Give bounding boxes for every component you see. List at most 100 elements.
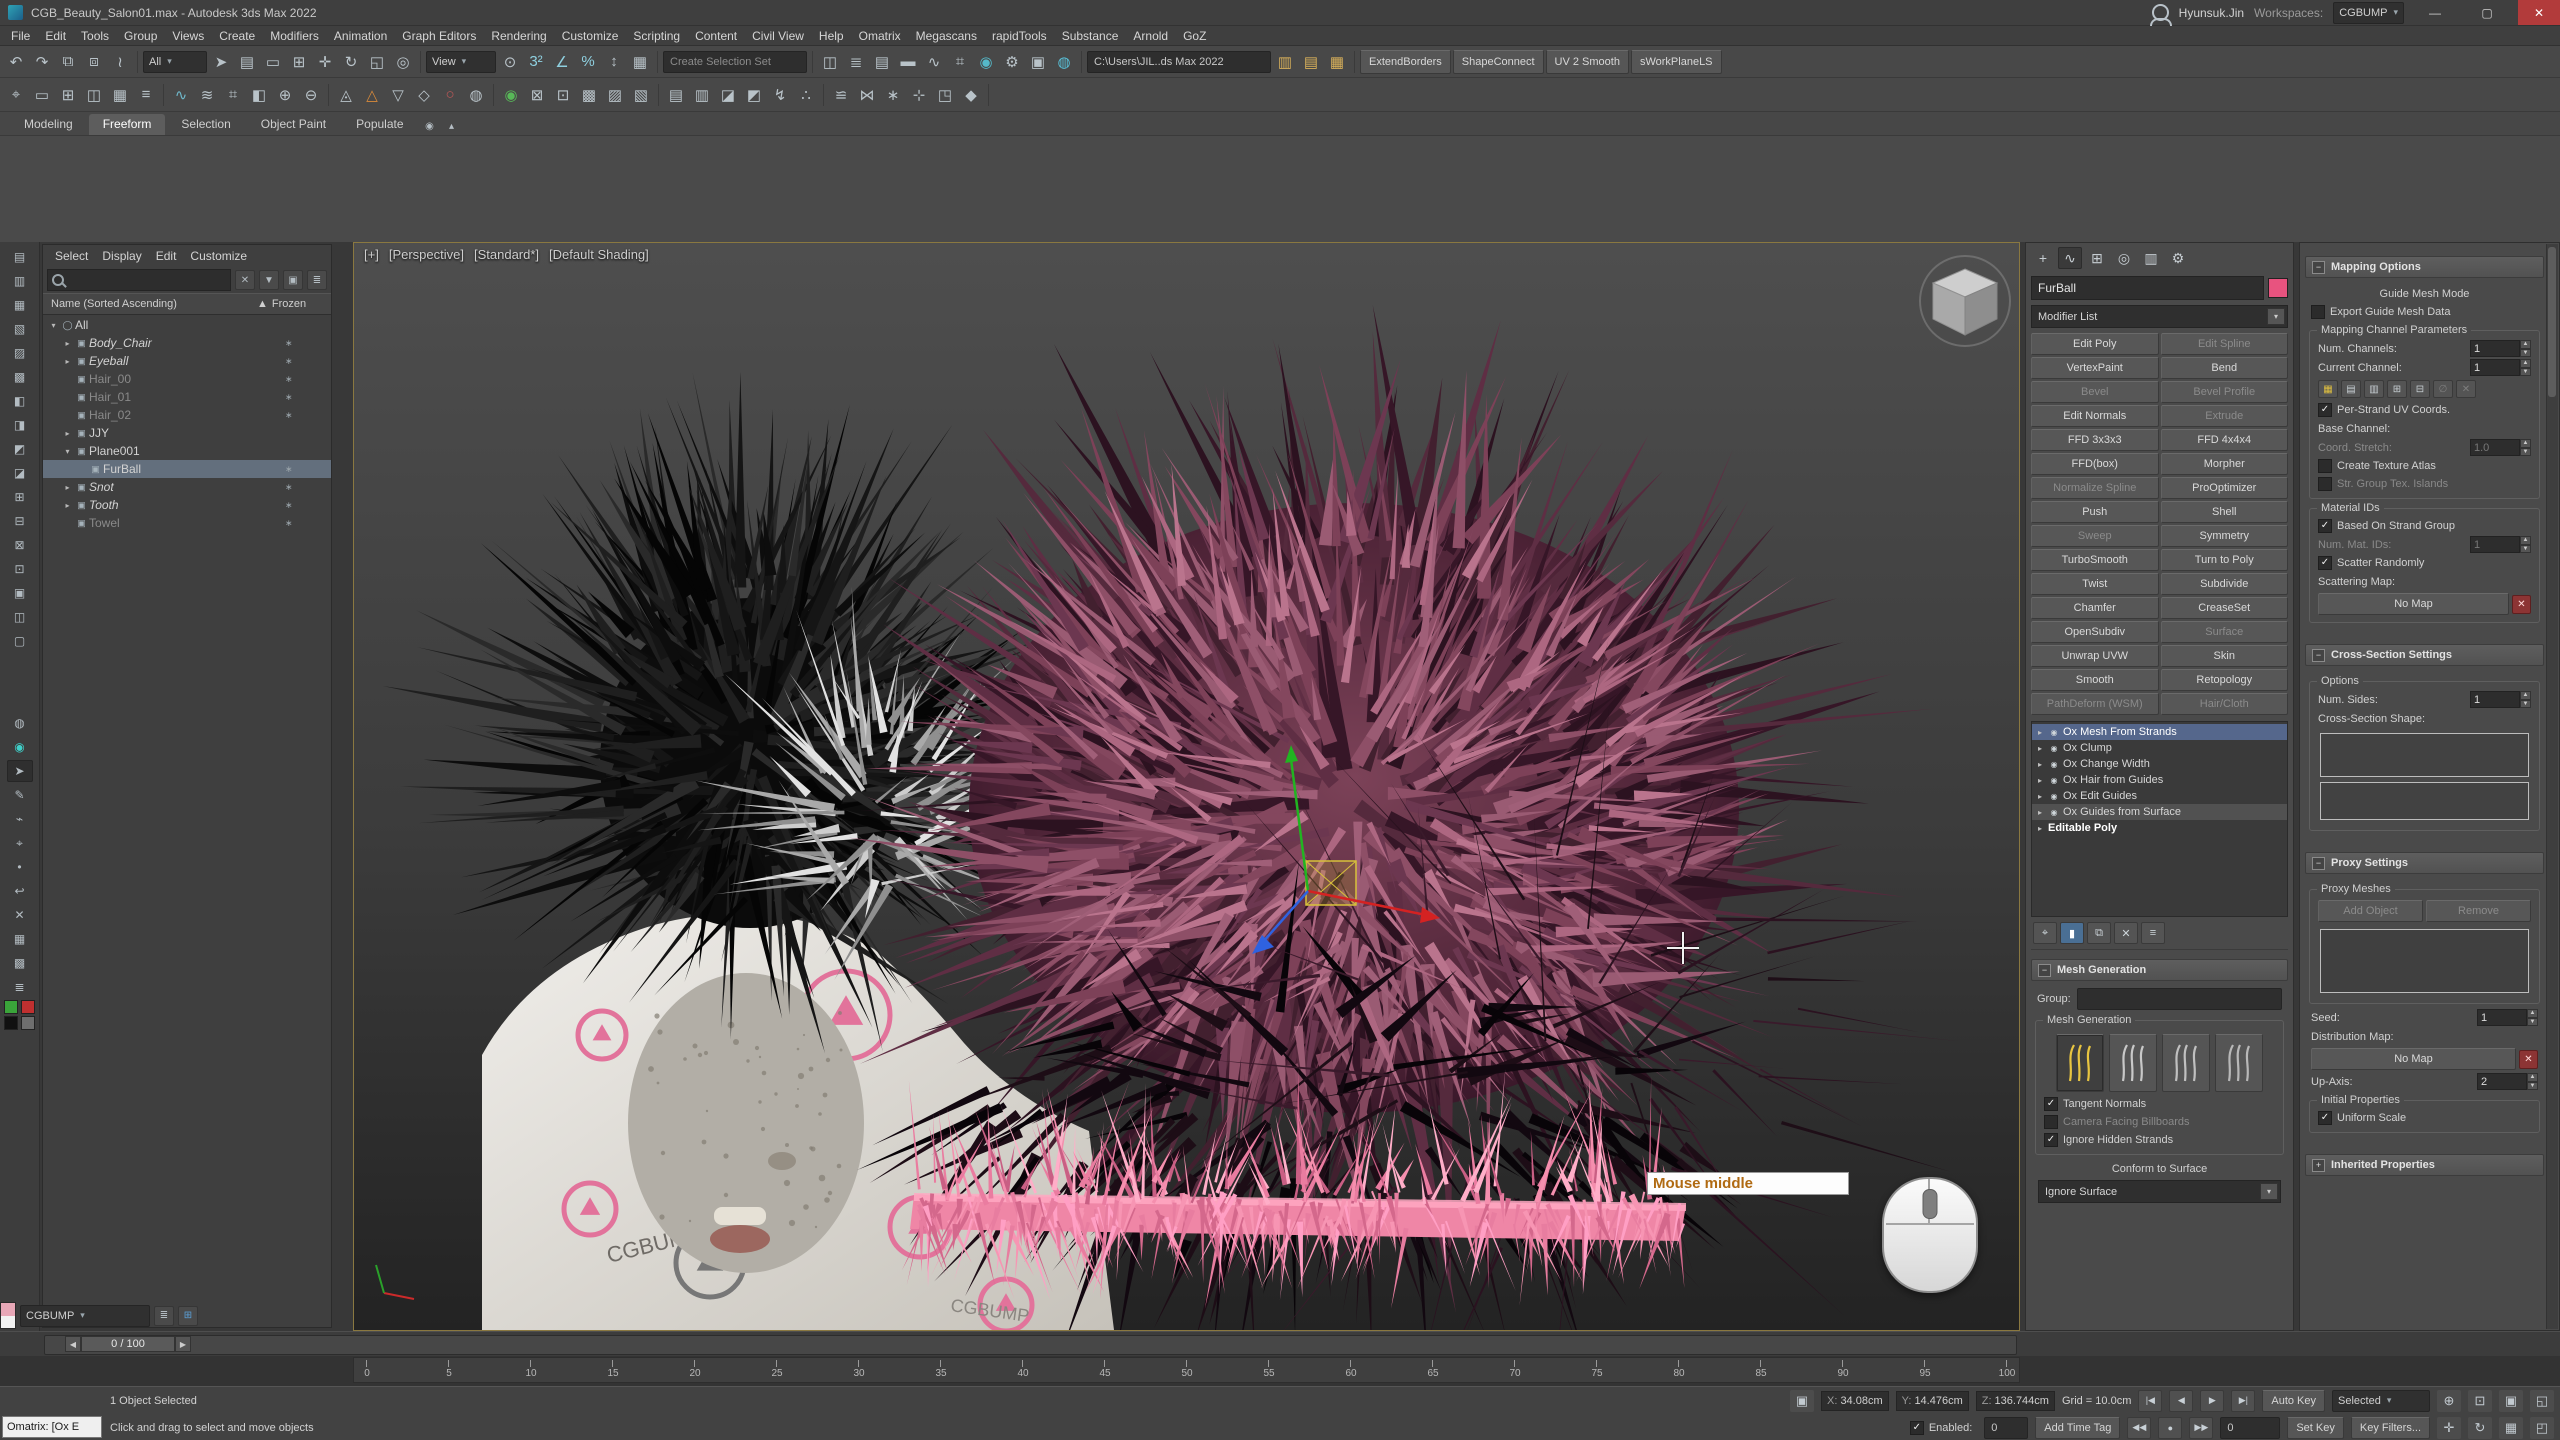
eye-icon[interactable]: ◉ (7, 736, 33, 758)
tool2-icon-1[interactable]: ⌖ (4, 83, 28, 107)
prev-frame-icon[interactable]: ◀ (2169, 1390, 2193, 1412)
num-mat-ids-spinner[interactable]: 1▲▼ (2470, 536, 2531, 553)
inherited-properties-rollout-header[interactable]: +Inherited Properties (2305, 1154, 2544, 1176)
time-slider-track[interactable]: ◀ 0 / 100 ▶ (44, 1335, 2017, 1355)
set-key-button[interactable]: Set Key (2287, 1417, 2344, 1439)
tool2-icon-17[interactable]: ○ (438, 83, 462, 107)
expand-arrow-icon[interactable]: ▸ (61, 339, 74, 348)
visibility-bulb-icon[interactable]: ◉ (2048, 728, 2060, 737)
modifier-button-ffd-3x3x3[interactable]: FFD 3x3x3 (2031, 429, 2159, 451)
selection-filter-dropdown[interactable]: All▾ (143, 51, 207, 73)
pen-icon[interactable]: ⌁ (7, 808, 33, 830)
tree-item-jjy[interactable]: ▸▣JJY (43, 424, 331, 442)
coord-stretch-spinner[interactable]: 1.0▲▼ (2470, 439, 2531, 456)
undo-arrow-icon[interactable]: ↩ (7, 880, 33, 902)
menu-rapidtools[interactable]: rapidTools (985, 27, 1054, 45)
menu-scripting[interactable]: Scripting (626, 27, 687, 45)
toolbar-button-uv-2-smooth[interactable]: UV 2 Smooth (1546, 50, 1629, 74)
tool2-icon-30[interactable]: ∴ (794, 83, 818, 107)
grid-icon[interactable]: ▦ (7, 928, 33, 950)
tool2-icon-23[interactable]: ▨ (603, 83, 627, 107)
modifier-button-pathdeform-wsm[interactable]: PathDeform (WSM) (2031, 693, 2159, 715)
select-object-icon[interactable]: ➤ (209, 50, 233, 74)
render-production-icon[interactable]: ◍ (1052, 50, 1076, 74)
stack-item-editable-poly[interactable]: ▸Editable Poly (2032, 820, 2287, 836)
clear-map-icon[interactable]: ✕ (2512, 595, 2531, 614)
expand-arrow-icon[interactable]: ▸ (61, 501, 74, 510)
num-channels-spinner[interactable]: 1▲▼ (2470, 340, 2531, 357)
tool2-icon-22[interactable]: ▩ (577, 83, 601, 107)
object-name-field[interactable]: FurBall (2031, 276, 2264, 300)
spin-up-icon[interactable]: ▲ (2520, 340, 2531, 349)
left-tool-icon-3[interactable]: ▦ (7, 294, 33, 316)
user-name[interactable]: Hyunsuk.Jin (2179, 6, 2244, 20)
swatch-gray[interactable] (21, 1016, 35, 1030)
bind-spacewarp-icon[interactable]: ≀ (108, 50, 132, 74)
expand-arrow-icon[interactable]: ▾ (47, 321, 60, 330)
expand-arrow-icon[interactable]: ▾ (61, 447, 74, 456)
minimize-button[interactable]: — (2414, 0, 2456, 25)
snap-toggle-icon[interactable]: 3² (524, 50, 548, 74)
checkbox-checked-icon[interactable]: ✓ (2318, 1111, 2332, 1125)
channel-icon-2[interactable]: ▤ (2341, 380, 2361, 398)
x-coordinate-field[interactable]: X:34.08cm (1821, 1391, 1889, 1411)
utilities-tab-icon[interactable]: ⚙ (2166, 247, 2190, 269)
modifier-button-normalize-spline[interactable]: Normalize Spline (2031, 477, 2159, 499)
tool2-icon-28[interactable]: ◩ (742, 83, 766, 107)
visibility-bulb-icon[interactable]: ◉ (2048, 744, 2060, 753)
explorer-menu-select[interactable]: Select (49, 248, 94, 264)
brush-icon[interactable]: ✎ (7, 784, 33, 806)
visibility-bulb-icon[interactable]: ◉ (2048, 760, 2060, 769)
expand-arrow-icon[interactable]: ▸ (61, 429, 74, 438)
left-tool-icon-5[interactable]: ▨ (7, 342, 33, 364)
tool2-icon-10[interactable]: ◧ (247, 83, 271, 107)
filter-icon[interactable]: ▼ (259, 270, 279, 290)
spinner-snap-icon[interactable]: ↕ (602, 50, 626, 74)
expand-arrow-icon[interactable]: ▸ (2035, 776, 2045, 785)
track-bar-ruler[interactable]: 0510152025303540455055606570758085909510… (353, 1357, 2020, 1383)
expand-arrow-icon[interactable]: ▸ (2035, 760, 2045, 769)
spin-up-icon[interactable]: ▲ (2520, 536, 2531, 545)
based-on-strand-group-checkbox[interactable]: ✓Based On Strand Group (2313, 517, 2536, 535)
spin-up-icon[interactable]: ▲ (2520, 691, 2531, 700)
explorer-settings-icon[interactable]: ≣ (307, 270, 327, 290)
tool2-icon-8[interactable]: ≋ (195, 83, 219, 107)
modify-tab-icon[interactable]: ∿ (2058, 247, 2082, 269)
channel-icon-5[interactable]: ⊟ (2410, 380, 2430, 398)
menu-megascans[interactable]: Megascans (909, 27, 984, 45)
coord-stretch-spin-buttons[interactable]: ▲▼ (2520, 439, 2531, 456)
tree-item-plane001[interactable]: ▾▣Plane001 (43, 442, 331, 460)
dot-icon[interactable]: • (7, 856, 33, 878)
tool2-icon-18[interactable]: ◍ (464, 83, 488, 107)
expand-arrow-icon[interactable]: ▸ (2035, 728, 2045, 737)
tool2-icon-13[interactable]: ◬ (334, 83, 358, 107)
align-icon[interactable]: ≣ (844, 50, 868, 74)
explorer-menu-customize[interactable]: Customize (184, 248, 253, 264)
tool2-icon-32[interactable]: ⋈ (855, 83, 879, 107)
schematic-view-icon[interactable]: ⌗ (948, 50, 972, 74)
tool2-icon-9[interactable]: ⌗ (221, 83, 245, 107)
stack-item-ox-edit-guides[interactable]: ▸◉Ox Edit Guides (2032, 788, 2287, 804)
ignore-hidden-strands-checkbox[interactable]: ✓Ignore Hidden Strands (2039, 1131, 2280, 1149)
tree-item-all[interactable]: ▾◯All (43, 316, 331, 334)
rect-selection-icon[interactable]: ▭ (261, 50, 285, 74)
export-guide-mesh-checkbox[interactable]: Export Guide Mesh Data (2306, 303, 2543, 321)
num-sides-spin-buttons[interactable]: ▲▼ (2520, 691, 2531, 708)
current-channel-spinner[interactable]: 1▲▼ (2470, 359, 2531, 376)
expand-arrow-icon[interactable]: ▸ (61, 357, 74, 366)
tool2-icon-15[interactable]: ▽ (386, 83, 410, 107)
ribbon-tab-selection[interactable]: Selection (167, 114, 244, 135)
tangent-normals-checkbox[interactable]: ✓Tangent Normals (2039, 1095, 2280, 1113)
orbit-icon[interactable]: ↻ (2468, 1417, 2492, 1439)
ribbon-pin-icon[interactable]: ◉ (420, 117, 440, 135)
zoom-extents-all-icon[interactable]: ▦ (2499, 1417, 2523, 1439)
viewport-canvas[interactable]: CGBUMPCGBUMP[+][Perspective][Standard*][… (353, 242, 2020, 1331)
mesh-type-3-icon[interactable] (2162, 1034, 2210, 1092)
tool2-icon-36[interactable]: ◆ (959, 83, 983, 107)
select-cursor-icon[interactable]: ➤ (7, 760, 33, 782)
checkbox-checked-icon[interactable]: ✓ (2044, 1133, 2058, 1147)
add-object-button[interactable]: Add Object (2318, 900, 2423, 922)
menu-animation[interactable]: Animation (327, 27, 394, 45)
modifier-button-edit-normals[interactable]: Edit Normals (2031, 405, 2159, 427)
left-tool-icon-16[interactable]: ◫ (7, 606, 33, 628)
